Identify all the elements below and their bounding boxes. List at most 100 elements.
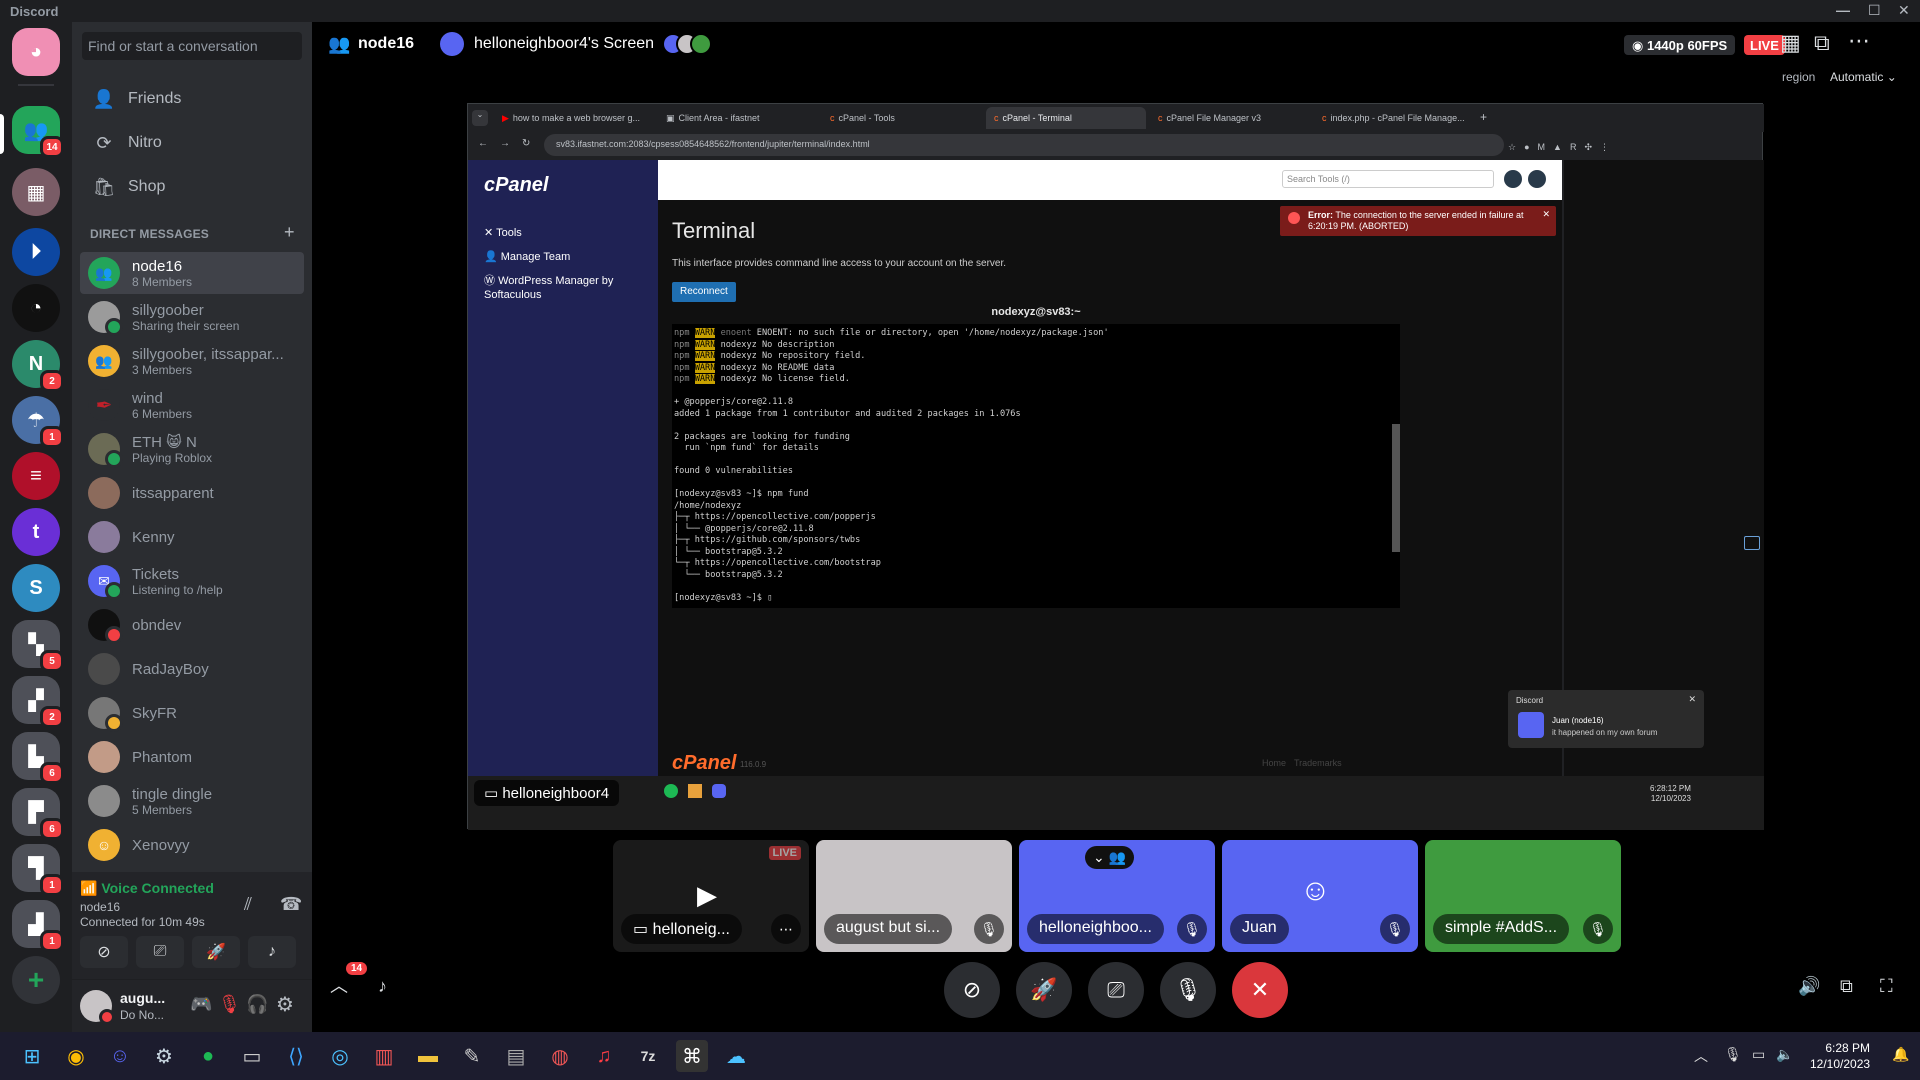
new-tab-icon[interactable]: + bbox=[1480, 110, 1487, 124]
stream-quality[interactable]: ◉ 1440p 60FPS bbox=[1624, 35, 1736, 55]
cpanel-search-input[interactable]: Search Tools (/) bbox=[1282, 170, 1494, 188]
browser-tab[interactable]: c cPanel - Tools bbox=[822, 107, 982, 129]
chrome-icon[interactable]: ◉ bbox=[60, 1040, 92, 1072]
terminal-scrollbar[interactable] bbox=[1392, 424, 1400, 552]
dm-item[interactable]: sillygoober Sharing their screen bbox=[80, 296, 304, 338]
share-screen-button[interactable]: ⎚ bbox=[1088, 962, 1144, 1018]
file-explorer-icon[interactable]: ▬ bbox=[412, 1040, 444, 1072]
mute-button[interactable]: 🎙 bbox=[1160, 962, 1216, 1018]
popout-icon[interactable]: ⧉ bbox=[1814, 30, 1830, 56]
volume-icon[interactable]: 🔈 bbox=[1776, 1046, 1793, 1063]
app-icon[interactable]: ▥ bbox=[368, 1040, 400, 1072]
settings-gear-icon[interactable]: ⚙ bbox=[276, 992, 294, 1017]
tray-chevron-icon[interactable]: ︿ bbox=[1694, 1046, 1708, 1066]
dm-item[interactable]: Kenny bbox=[80, 516, 304, 558]
discord-icon[interactable] bbox=[712, 784, 726, 798]
participant-tile[interactable]: ⌄ 👥 helloneighboo... 🎙 bbox=[1019, 840, 1215, 952]
bookmark-star-icon[interactable]: ☆ bbox=[1508, 142, 1516, 153]
music-icon[interactable]: ♫ bbox=[588, 1040, 620, 1072]
minimize-icon[interactable]: — bbox=[1836, 2, 1850, 18]
more-options-icon[interactable]: ⋯ bbox=[1848, 28, 1870, 54]
dm-item[interactable]: SkyFR bbox=[80, 692, 304, 734]
terminal-icon[interactable]: ▭ bbox=[236, 1040, 268, 1072]
game-controller-icon[interactable]: 🎮 bbox=[190, 994, 212, 1015]
app-icon[interactable]: ▤ bbox=[500, 1040, 532, 1072]
network-icon[interactable]: ▭ bbox=[1752, 1046, 1765, 1063]
server-icon[interactable]: S bbox=[12, 564, 60, 612]
dm-item[interactable]: RadJayBoy bbox=[80, 648, 304, 690]
popout-icon[interactable]: ⧉ bbox=[1840, 976, 1853, 997]
maximize-icon[interactable]: ☐ bbox=[1868, 2, 1881, 19]
voice-channel[interactable]: node16 bbox=[80, 900, 120, 914]
browser-tab-active[interactable]: c cPanel - Terminal bbox=[986, 107, 1146, 129]
app-icon[interactable] bbox=[688, 784, 702, 798]
close-alert-icon[interactable]: ✕ bbox=[1542, 209, 1550, 220]
address-bar[interactable]: sv83.ifastnet.com:2083/cpsess0854648562/… bbox=[544, 134, 1504, 156]
server-icon[interactable]: ◔ bbox=[12, 284, 60, 332]
share-screen-button[interactable]: ⎚ bbox=[136, 936, 184, 968]
create-dm-icon[interactable]: + bbox=[284, 222, 295, 243]
volume-icon[interactable]: 🔊 bbox=[1798, 976, 1820, 997]
nav-shop[interactable]: 🛍 Shop bbox=[80, 166, 304, 208]
dm-item[interactable]: ✉ Tickets Listening to /help bbox=[80, 560, 304, 602]
soundboard-button[interactable]: ♪ bbox=[248, 936, 296, 968]
forward-icon[interactable]: → bbox=[500, 138, 510, 149]
participant-tile[interactable]: simple #AddS... 🎙 bbox=[1425, 840, 1621, 952]
server-avatar[interactable]: ◕ bbox=[12, 28, 60, 76]
participant-tile[interactable]: ☺ Juan 🎙 bbox=[1222, 840, 1418, 952]
vscode-icon[interactable]: ⟨⟩ bbox=[280, 1040, 312, 1072]
disconnect-icon[interactable]: ☎ bbox=[280, 894, 302, 915]
dm-item[interactable]: Phantom bbox=[80, 736, 304, 778]
region-select[interactable]: Automatic ⌄ bbox=[1830, 70, 1897, 84]
noise-suppression-icon[interactable]: ⫽ bbox=[244, 894, 252, 915]
cpanel-menu-tools[interactable]: ✕ Tools bbox=[484, 226, 522, 239]
app-icon[interactable]: ◎ bbox=[324, 1040, 356, 1072]
footer-link-home[interactable]: Home bbox=[1262, 758, 1286, 768]
windows-start-icon[interactable]: ⊞ bbox=[16, 1040, 48, 1072]
camera-off-button[interactable]: ⊘ bbox=[80, 936, 128, 968]
app-icon[interactable]: ☁ bbox=[720, 1040, 752, 1072]
extension-icon[interactable]: ● bbox=[1524, 142, 1529, 153]
spotify-icon[interactable] bbox=[664, 784, 678, 798]
dm-item[interactable]: ✒ wind 6 Members bbox=[80, 384, 304, 426]
menu-dots-icon[interactable]: ⋮ bbox=[1600, 142, 1609, 153]
server-icon[interactable]: t bbox=[12, 508, 60, 556]
close-icon[interactable]: ✕ bbox=[1898, 2, 1910, 19]
activity-button[interactable]: 🚀 bbox=[1016, 962, 1072, 1018]
7zip-icon[interactable]: 7z bbox=[632, 1040, 664, 1072]
notification-toast[interactable]: Discord ✕ Juan (node16) it happened on m… bbox=[1508, 690, 1704, 748]
tab-search-icon[interactable]: ⌄ bbox=[472, 110, 488, 126]
mic-icon[interactable]: 🎙 bbox=[1724, 1046, 1742, 1063]
reload-icon[interactable]: ↻ bbox=[522, 138, 530, 149]
search-input[interactable]: Find or start a conversation bbox=[82, 32, 302, 60]
terminal-output[interactable]: npm WARN enoent ENOENT: no such file or … bbox=[672, 324, 1400, 608]
playstation-server-icon[interactable]: ⏵ bbox=[12, 228, 60, 276]
participant-tile[interactable]: august but si... 🎙 bbox=[816, 840, 1012, 952]
soundboard-icon[interactable]: ♪ bbox=[378, 976, 387, 997]
toast-close-icon[interactable]: ✕ bbox=[1688, 694, 1696, 705]
dm-item[interactable]: obndev bbox=[80, 604, 304, 646]
nav-friends[interactable]: 👤 Friends bbox=[80, 78, 304, 120]
account-icon[interactable] bbox=[1528, 170, 1546, 188]
browser-tab[interactable]: ▣ Client Area - ifastnet bbox=[658, 107, 818, 129]
bell-icon[interactable] bbox=[1504, 170, 1522, 188]
headphones-icon[interactable]: 🎧 bbox=[246, 994, 268, 1015]
extension-icon[interactable]: ▲ bbox=[1553, 142, 1562, 153]
system-clock[interactable]: 6:28 PM 12/10/2023 bbox=[1810, 1040, 1870, 1072]
dm-item[interactable]: tingle dingle 5 Members bbox=[80, 780, 304, 822]
mic-muted-icon[interactable]: 🎙 bbox=[218, 994, 241, 1015]
user-avatar[interactable] bbox=[80, 990, 115, 1025]
participant-tile[interactable]: LIVE ▶ ▭ helloneig... ⋯ bbox=[613, 840, 809, 952]
spotify-icon[interactable]: ● bbox=[192, 1040, 224, 1072]
dm-item[interactable]: 👥 sillygoober, itssappar... 3 Members bbox=[80, 340, 304, 382]
fullscreen-icon[interactable]: ⛶ bbox=[1880, 976, 1893, 997]
extension-icon[interactable]: M bbox=[1538, 142, 1546, 153]
dm-item[interactable]: ETH 😸 N Playing Roblox bbox=[80, 428, 304, 470]
activity-button[interactable]: 🚀 bbox=[192, 936, 240, 968]
add-server-icon[interactable]: + bbox=[12, 956, 60, 1004]
footer-link-trademarks[interactable]: Trademarks bbox=[1294, 758, 1342, 768]
disconnect-button[interactable]: ✕ bbox=[1232, 962, 1288, 1018]
chart-icon[interactable] bbox=[1744, 536, 1760, 550]
browser-tab[interactable]: ▶ how to make a web browser g... bbox=[494, 107, 654, 129]
cpanel-menu-wordpress[interactable]: Ⓦ WordPress Manager by Softaculous bbox=[484, 274, 649, 302]
